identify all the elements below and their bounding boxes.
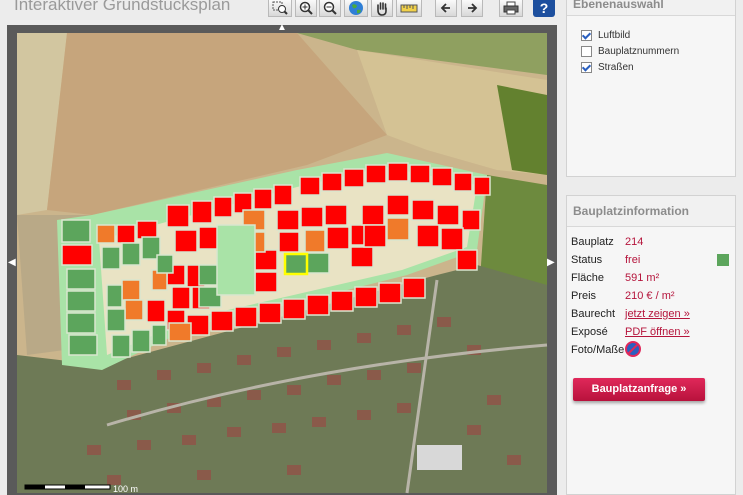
zoom-in-icon[interactable] — [295, 0, 317, 17]
info-row-foto: Foto/Maße — [567, 340, 735, 360]
info-row-expose: Exposé PDF öffnen » — [571, 326, 690, 338]
no-photo-icon — [625, 340, 641, 360]
back-arrow-icon[interactable] — [435, 0, 457, 17]
pan-left-arrow-icon[interactable]: ◀ — [8, 257, 16, 268]
industrial-building — [417, 445, 462, 470]
plot-info-title: Bauplatzinformation — [567, 196, 735, 227]
app-title: Interaktiver Grundstücksplan — [14, 0, 231, 14]
plot-info-panel: Bauplatzinformation Bauplatz 214 Status fr… — [566, 195, 736, 495]
layer-panel: Ebenenauswahl Luftbild Bauplatznummern S… — [566, 0, 736, 177]
info-row-baurecht: Baurecht jetzt zeigen » — [571, 308, 690, 320]
bauplatzanfrage-button[interactable]: Bauplatzanfrage » — [573, 378, 705, 401]
status-color-swatch — [717, 254, 729, 266]
pan-right-arrow-icon[interactable]: ▶ — [547, 257, 555, 268]
info-row-flaeche: Fläche 591 m² — [571, 272, 660, 284]
aerial-map[interactable]: 100 m — [7, 25, 557, 495]
pan-hand-icon[interactable] — [371, 0, 393, 17]
info-row-bauplatz: Bauplatz 214 — [571, 236, 644, 248]
pan-up-arrow-icon[interactable]: ▲ — [277, 22, 287, 33]
baurecht-link[interactable]: jetzt zeigen » — [625, 308, 690, 320]
expose-pdf-link[interactable]: PDF öffnen » — [625, 326, 690, 338]
globe-icon[interactable] — [344, 0, 368, 17]
scale-label: 100 m — [113, 484, 138, 494]
checkbox-luftbild[interactable] — [581, 29, 592, 41]
green-space — [216, 224, 256, 296]
layer-strassen[interactable]: Straßen — [581, 59, 735, 75]
map-viewport[interactable]: 100 m ▲ ◀ ▶ — [7, 22, 557, 495]
info-row-status: Status frei — [567, 251, 735, 269]
print-icon[interactable] — [499, 0, 523, 17]
info-row-preis: Preis 210 € / m² — [571, 290, 675, 302]
help-icon[interactable]: ? — [533, 0, 555, 17]
measure-ruler-icon[interactable] — [396, 0, 422, 17]
checkbox-bauplatznummern[interactable] — [581, 45, 592, 57]
selected-plot-214[interactable] — [283, 252, 309, 276]
layer-bauplatznummern[interactable]: Bauplatznummern — [581, 43, 735, 59]
layer-luftbild[interactable]: Luftbild — [581, 27, 735, 43]
checkbox-strassen[interactable] — [581, 61, 592, 73]
zoom-out-icon[interactable] — [319, 0, 341, 17]
forward-arrow-icon[interactable] — [461, 0, 483, 17]
layer-panel-title: Ebenenauswahl — [567, 0, 735, 16]
zoom-rect-icon[interactable] — [268, 0, 292, 17]
